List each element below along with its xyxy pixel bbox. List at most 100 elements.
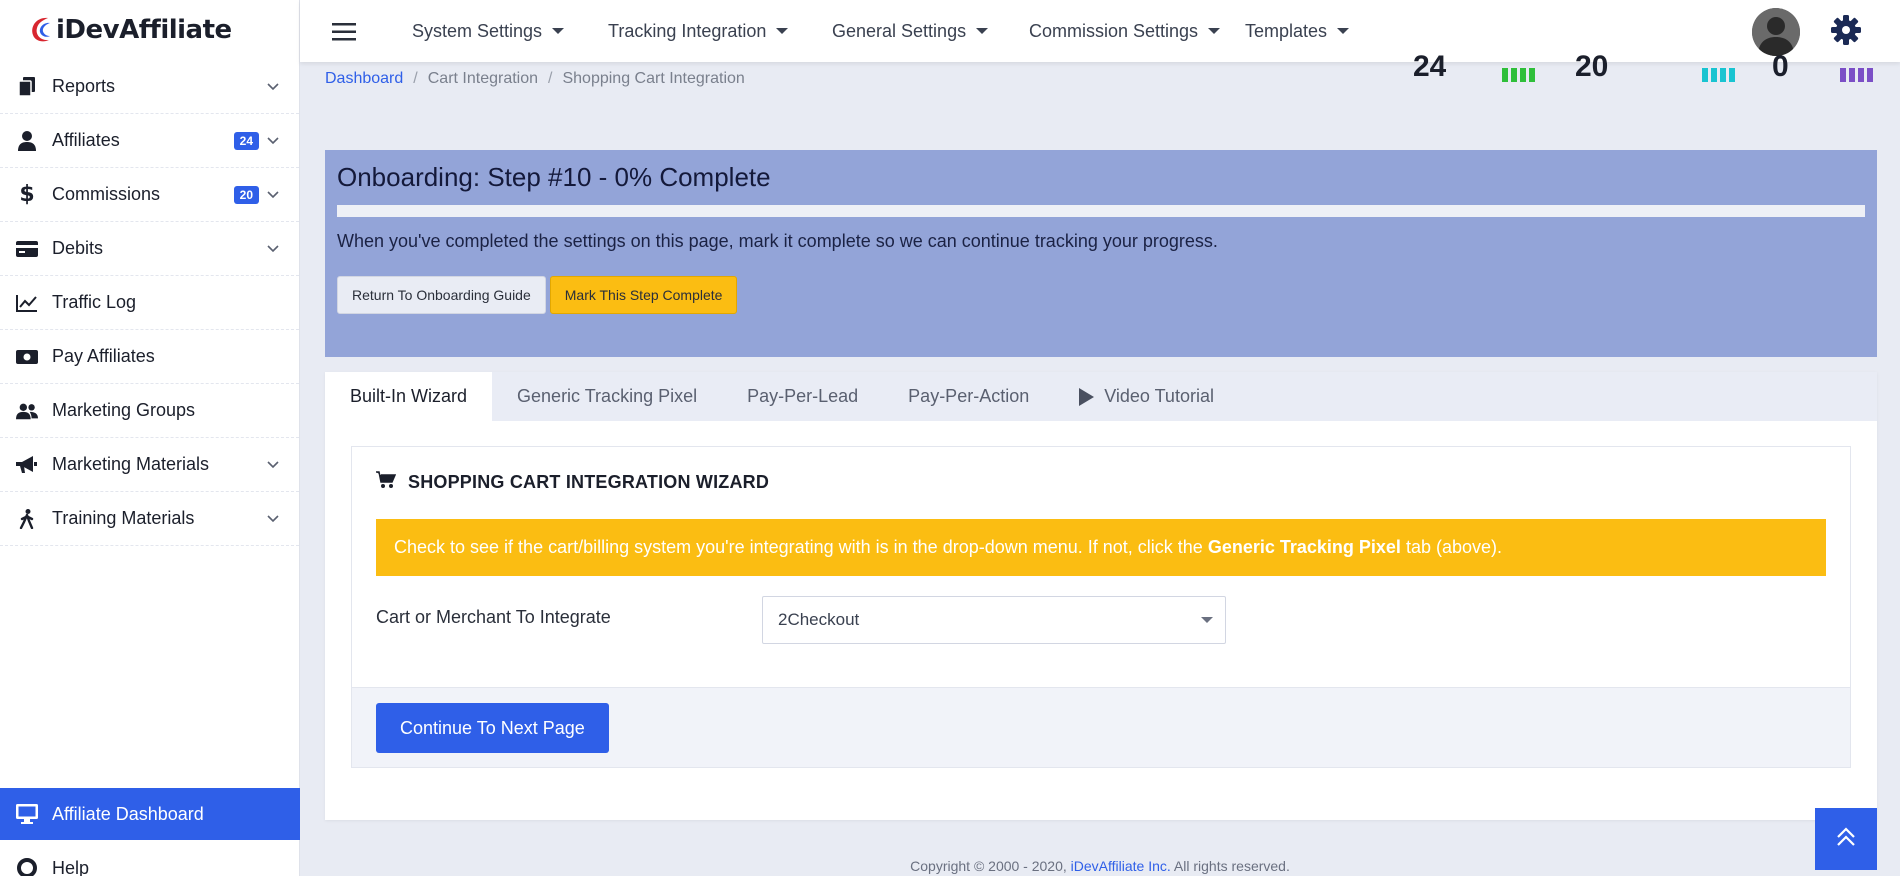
credit-card-icon	[16, 238, 38, 260]
user-icon	[16, 130, 38, 152]
sidebar-item-label: Training Materials	[52, 508, 195, 528]
chevron-down-icon	[265, 133, 281, 149]
menu-label: General Settings	[832, 20, 967, 41]
breadcrumb-current: Shopping Cart Integration	[562, 70, 745, 87]
sidebar-item-label: Pay Affiliates	[52, 346, 155, 366]
stat-sparkbar	[1502, 68, 1535, 82]
sidebar-item-help[interactable]: Help	[0, 846, 300, 876]
menu-commission-settings[interactable]: Commission Settings	[1029, 0, 1221, 62]
double-chevron-up-icon	[1835, 826, 1857, 853]
tab-label: Video Tutorial	[1104, 386, 1214, 406]
onboarding-description: When you've completed the settings on th…	[337, 231, 1218, 251]
copyright-text: Copyright © 2000 - 2020,	[910, 858, 1067, 874]
desktop-icon	[16, 803, 38, 825]
chart-line-icon	[16, 292, 38, 314]
sidebar-item-label: Affiliates	[52, 130, 120, 150]
chevron-down-icon	[265, 187, 281, 203]
menu-system-settings[interactable]: System Settings	[412, 0, 565, 62]
continue-to-next-page-button[interactable]: Continue To Next Page	[376, 703, 609, 753]
sidebar-item-label: Help	[52, 857, 90, 876]
sidebar-item-reports[interactable]: Reports	[0, 60, 299, 114]
sidebar-item-training-materials[interactable]: Training Materials	[0, 492, 299, 546]
breadcrumb-separator: /	[548, 70, 553, 87]
count-badge: 20	[233, 185, 259, 204]
copyright-link[interactable]: iDevAffiliate Inc.	[1071, 858, 1171, 874]
sidebar-item-marketing-groups[interactable]: Marketing Groups	[0, 384, 299, 438]
chevron-down-icon	[265, 511, 281, 527]
stat-sparkbar	[1702, 68, 1735, 82]
menu-templates[interactable]: Templates	[1245, 0, 1350, 62]
menu-general-settings[interactable]: General Settings	[832, 0, 989, 62]
wizard-alert: Check to see if the cart/billing system …	[376, 519, 1826, 576]
stat-value: 0	[1772, 54, 1789, 83]
sidebar-item-affiliate-dashboard[interactable]: Affiliate Dashboard	[0, 788, 300, 840]
tab-bar: Built-In Wizard Generic Tracking Pixel P…	[325, 372, 1877, 421]
sidebar-item-label: Debits	[52, 238, 104, 258]
sidebar-item-debits[interactable]: Debits	[0, 222, 299, 276]
avatar[interactable]	[1752, 8, 1800, 56]
tab-pay-per-action[interactable]: Pay-Per-Action	[883, 372, 1054, 421]
cart-merchant-select[interactable]: 2Checkout	[762, 596, 1226, 644]
play-icon	[1079, 387, 1095, 406]
wizard-panel: SHOPPING CART INTEGRATION WIZARD Check t…	[351, 446, 1851, 768]
select-value: 2Checkout	[778, 610, 860, 629]
cart-merchant-label: Cart or Merchant To Integrate	[376, 607, 611, 627]
breadcrumb-separator: /	[413, 70, 418, 87]
sidebar: iDevAffiliate Reports Affiliates 24 $ Co…	[0, 0, 300, 876]
walking-icon	[16, 508, 38, 530]
tab-built-in-wizard[interactable]: Built-In Wizard	[325, 372, 493, 421]
caret-down-icon	[1337, 28, 1350, 34]
chevron-down-icon	[265, 241, 281, 257]
bullhorn-icon	[16, 454, 38, 476]
sidebar-item-label: Marketing Groups	[52, 400, 196, 420]
menu-label: System Settings	[412, 20, 543, 41]
sidebar-item-pay-affiliates[interactable]: Pay Affiliates	[0, 330, 299, 384]
onboarding-panel: Onboarding: Step #10 - 0% Complete When …	[325, 150, 1877, 357]
sidebar-item-label: Traffic Log	[52, 292, 137, 312]
chevron-down-icon	[265, 457, 281, 473]
menu-label: Commission Settings	[1029, 20, 1199, 41]
users-icon	[16, 400, 38, 422]
breadcrumb-dashboard[interactable]: Dashboard	[325, 70, 403, 88]
menu-tracking-integration[interactable]: Tracking Integration	[608, 0, 789, 62]
gear-icon[interactable]	[1830, 14, 1862, 46]
caret-down-icon	[976, 28, 989, 34]
onboarding-title: Onboarding: Step #10 - 0% Complete	[337, 162, 771, 192]
wizard-footer: Continue To Next Page	[352, 687, 1850, 767]
money-icon	[16, 346, 38, 368]
breadcrumb-cart-integration[interactable]: Cart Integration	[428, 70, 538, 88]
logo-swoosh-icon	[32, 17, 50, 42]
tab-pay-per-lead[interactable]: Pay-Per-Lead	[722, 372, 883, 421]
scroll-to-top-button[interactable]	[1815, 808, 1877, 870]
alert-text-end: tab (above).	[1405, 537, 1502, 557]
caret-down-icon	[776, 28, 789, 34]
chevron-down-icon	[265, 79, 281, 95]
tab-video-tutorial[interactable]: Video Tutorial	[1054, 372, 1239, 421]
breadcrumb: Dashboard / Cart Integration / Shopping …	[325, 70, 745, 88]
logo[interactable]: iDevAffiliate	[0, 0, 299, 60]
sidebar-item-label: Marketing Materials	[52, 454, 210, 474]
onboarding-progress-bar	[337, 205, 1865, 217]
tab-generic-tracking-pixel[interactable]: Generic Tracking Pixel	[492, 372, 722, 421]
stat-sparkbar	[1840, 68, 1873, 82]
return-to-onboarding-guide-button[interactable]: Return To Onboarding Guide	[337, 276, 546, 314]
sidebar-item-commissions[interactable]: $ Commissions 20	[0, 168, 299, 222]
stat-value: 20	[1575, 54, 1609, 83]
menu-label: Templates	[1245, 20, 1328, 41]
shopping-cart-icon	[376, 471, 397, 494]
sidebar-item-label: Commissions	[52, 184, 161, 204]
menu-label: Tracking Integration	[608, 20, 767, 41]
alert-text: Check to see if the cart/billing system …	[394, 537, 1203, 557]
logo-text: iDevAffiliate	[56, 15, 232, 45]
sidebar-item-affiliates[interactable]: Affiliates 24	[0, 114, 299, 168]
mark-step-complete-button[interactable]: Mark This Step Complete	[549, 276, 738, 314]
sidebar-item-marketing-materials[interactable]: Marketing Materials	[0, 438, 299, 492]
hamburger-menu-icon[interactable]	[332, 22, 358, 42]
sidebar-item-label: Affiliate Dashboard	[52, 803, 204, 824]
stat-value: 24	[1413, 54, 1447, 83]
caret-down-icon	[1208, 28, 1221, 34]
life-ring-icon	[16, 857, 38, 876]
caret-down-icon	[552, 28, 565, 34]
top-navbar: System Settings Tracking Integration Gen…	[300, 0, 1900, 62]
sidebar-item-traffic-log[interactable]: Traffic Log	[0, 276, 299, 330]
